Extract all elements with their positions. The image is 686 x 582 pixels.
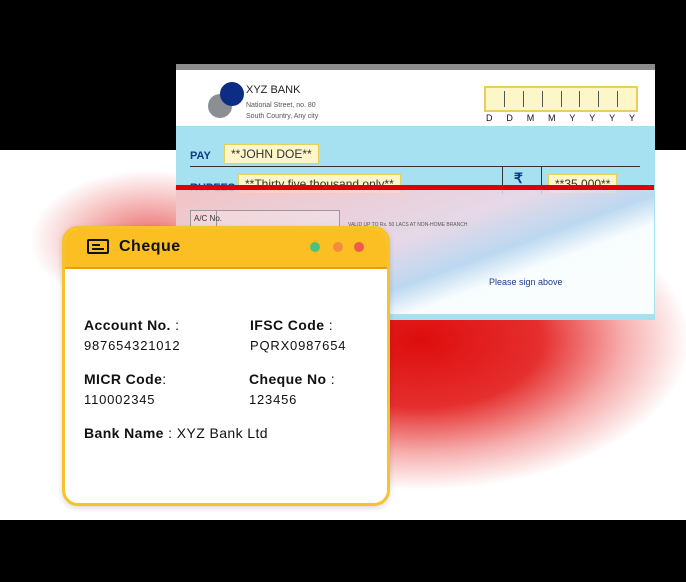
ifsc-label: IFSC Code : — [250, 317, 333, 333]
card-header: Cheque — [65, 229, 387, 269]
account-number-label: A/C No. — [194, 214, 223, 223]
pay-line — [190, 166, 640, 167]
window-dot-red-icon[interactable] — [354, 242, 364, 252]
cheque-details-card: Cheque Account No. : 987654321012 IFSC C… — [62, 226, 390, 506]
micr-label: MICR Code: — [84, 371, 167, 387]
cheque-icon — [87, 239, 109, 254]
payee-value: **JOHN DOE** — [224, 144, 319, 164]
cheque-bank-address: National Street, no. 80 South Country, A… — [246, 102, 319, 120]
date-format: DD MM YY YY — [486, 113, 636, 123]
cheque-bank-name: XYZ BANK — [246, 84, 301, 96]
pay-label: PAY — [190, 150, 211, 162]
cheque-header: XYZ BANK National Street, no. 80 South C… — [176, 70, 655, 128]
micr-value: 110002345 — [84, 392, 156, 407]
cheque-no-value: 123456 — [249, 392, 298, 407]
bank-logo — [208, 82, 244, 118]
ifsc-value: PQRX0987654 — [250, 338, 347, 353]
window-dot-orange-icon[interactable] — [333, 242, 343, 252]
account-no-value: 987654321012 — [84, 338, 181, 353]
account-no-label: Account No. : — [84, 317, 180, 333]
date-boxes — [484, 86, 638, 112]
card-title: Cheque — [119, 238, 181, 255]
cheque-no-label: Cheque No : — [249, 371, 336, 387]
bank-name-line: Bank Name : XYZ Bank Ltd — [84, 425, 268, 441]
window-dot-green-icon[interactable] — [310, 242, 320, 252]
sign-note: Please sign above — [489, 277, 563, 287]
